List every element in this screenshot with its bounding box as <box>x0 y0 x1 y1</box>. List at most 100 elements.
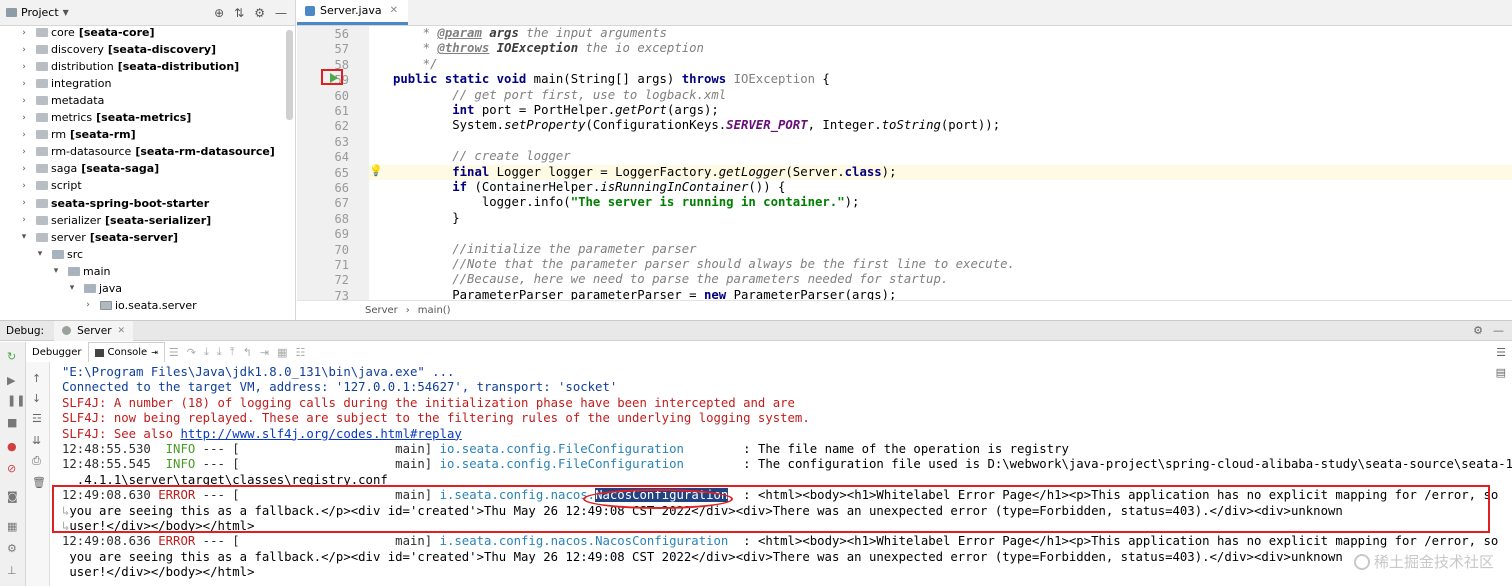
chevron-right-icon[interactable]: › <box>18 113 30 123</box>
project-tree-item[interactable]: › rm [seata-rm] <box>18 126 135 143</box>
project-panel-title[interactable]: Project <box>21 6 59 19</box>
code-area[interactable]: * @param args the input arguments * @thr… <box>369 26 1512 300</box>
project-tree-item[interactable]: › serializer [seata-serializer] <box>18 212 211 229</box>
project-tree-item[interactable]: ▾ server [seata-server] <box>18 229 178 246</box>
chevron-down-icon[interactable]: ▼ <box>63 8 69 17</box>
folder-icon <box>36 96 48 106</box>
list-icon[interactable]: ☰ <box>169 346 179 359</box>
mute-breakpoints-icon[interactable]: ⊘ <box>7 462 16 475</box>
log-thread: --- [ main] <box>195 442 440 456</box>
project-tree-item[interactable]: › seata-spring-boot-starter <box>18 195 209 212</box>
chevron-down-icon[interactable]: ▾ <box>66 283 78 293</box>
drop-frame-icon[interactable]: ↰ <box>243 346 252 359</box>
restore-layout-icon[interactable]: ☰ <box>1496 346 1506 359</box>
slf4j-link[interactable]: http://www.slf4j.org/codes.html#replay <box>180 427 461 441</box>
print-icon[interactable]: ⎙ <box>32 454 41 468</box>
project-tree-item[interactable]: ▾ src <box>34 246 83 263</box>
breakpoints-icon[interactable]: ● <box>7 440 17 453</box>
soft-wrap-icon[interactable]: ☲ <box>32 412 42 425</box>
line-number: 62 <box>334 119 349 134</box>
trash-icon[interactable]: 🗑 <box>32 476 46 489</box>
run-gutter-icon[interactable] <box>321 69 343 85</box>
hide-icon[interactable]: — <box>275 6 287 20</box>
folder-icon <box>36 232 48 242</box>
project-tree-item[interactable]: › io.seata.server <box>82 297 197 314</box>
project-tree-item[interactable]: › discovery [seata-discovery] <box>18 41 216 58</box>
console-output[interactable]: "E:\Program Files\Java\jdk1.8.0_131\bin\… <box>56 364 1512 586</box>
pin-icon[interactable]: ⊥ <box>7 564 17 577</box>
run-to-cursor-icon[interactable]: ⇥ <box>260 346 269 359</box>
project-tree-item[interactable]: › rm-datasource [seata-rm-datasource] <box>18 143 275 160</box>
arrow-down-icon[interactable]: ↓ <box>32 392 41 405</box>
breadcrumb-method[interactable]: main() <box>418 305 451 316</box>
chevron-right-icon[interactable]: › <box>18 45 30 55</box>
tab-debugger[interactable]: Debugger <box>26 342 88 362</box>
console-icon <box>94 348 104 357</box>
gear-icon[interactable]: ⚙ <box>7 542 17 555</box>
target-icon[interactable]: ⊕ <box>214 6 224 20</box>
layout-icon[interactable]: ▦ <box>7 520 17 533</box>
project-tree-item-module: [seata-metrics] <box>96 111 192 125</box>
log-logger: io.seata.config.FileConfiguration <box>439 457 684 472</box>
camera-icon[interactable]: ◙ <box>7 490 18 503</box>
lightbulb-icon[interactable]: 💡 <box>369 164 383 177</box>
chevron-right-icon[interactable]: › <box>18 215 30 225</box>
log-level: ERROR <box>158 534 196 549</box>
tab-console[interactable]: Console ⇥ <box>87 342 165 362</box>
tab-server-java[interactable]: Server.java ✕ <box>297 0 408 25</box>
step-out-icon[interactable]: ⤒ <box>230 345 235 359</box>
project-tree-item[interactable]: › distribution [seata-distribution] <box>18 58 239 75</box>
debug-left-toolbar: ↻ ▶ ❚❚ ■ ● ⊘ ◙ ▦ ⚙ ⊥ <box>0 342 26 586</box>
trace-icon[interactable]: ☷ <box>295 346 305 359</box>
chevron-down-icon[interactable]: ▾ <box>34 249 46 259</box>
project-tree-item[interactable]: › script <box>18 177 81 194</box>
step-into-icon[interactable]: ⤓ <box>204 345 209 359</box>
breadcrumb-class[interactable]: Server <box>365 305 398 316</box>
chevron-down-icon[interactable]: ▾ <box>50 266 62 276</box>
java-class-icon <box>305 5 315 16</box>
force-step-into-icon[interactable]: ⤓ <box>217 345 222 359</box>
code-line: public static void main(String[] args) t… <box>393 72 830 87</box>
step-over-icon[interactable]: ↷ <box>187 346 196 359</box>
folder-icon <box>36 147 48 157</box>
project-tree-item-name: rm-datasource <box>51 145 132 159</box>
folder-icon <box>68 266 80 276</box>
project-tree-item[interactable]: › core [seata-core] <box>18 24 154 41</box>
gear-icon[interactable]: ⚙ <box>1473 324 1483 337</box>
chevron-right-icon[interactable]: › <box>18 79 30 89</box>
scrollbar[interactable] <box>286 30 293 120</box>
arrow-up-icon[interactable]: ↑ <box>32 372 41 385</box>
evaluate-icon[interactable]: ▦ <box>277 346 287 359</box>
project-tree-item-name: server <box>51 230 86 244</box>
project-tree-item[interactable]: ▾ main <box>50 263 111 280</box>
project-tree-item[interactable]: › saga [seata-saga] <box>18 160 159 177</box>
project-tree-item[interactable]: ▾ java <box>66 280 122 297</box>
folder-icon <box>84 283 96 293</box>
pause-icon[interactable]: ❚❚ <box>7 394 25 407</box>
collapse-icon[interactable]: ⇅ <box>234 6 244 20</box>
chevron-right-icon[interactable]: › <box>18 130 30 140</box>
chevron-right-icon[interactable]: › <box>18 28 30 38</box>
chevron-down-icon[interactable]: ▾ <box>18 232 30 242</box>
resume-icon[interactable]: ▶ <box>7 374 15 387</box>
debug-session-tab[interactable]: Server ✕ <box>54 320 134 341</box>
project-tree-item[interactable]: › metrics [seata-metrics] <box>18 109 191 126</box>
rerun-icon[interactable]: ↻ <box>7 350 16 363</box>
stop-icon[interactable]: ■ <box>7 416 17 429</box>
gear-icon[interactable]: ⚙ <box>254 6 265 20</box>
project-tree-item-module: [seata-discovery] <box>107 43 217 57</box>
chevron-right-icon[interactable]: › <box>18 96 30 106</box>
chevron-right-icon[interactable]: › <box>18 198 30 208</box>
chevron-right-icon[interactable]: › <box>18 147 30 157</box>
console-line: SLF4J: A number (18) of logging calls du… <box>62 395 795 410</box>
chevron-right-icon[interactable]: › <box>18 181 30 191</box>
hide-icon[interactable]: — <box>1493 324 1504 337</box>
close-icon[interactable]: ✕ <box>118 326 126 336</box>
project-tree-item[interactable]: › metadata <box>18 92 104 109</box>
project-tree-item[interactable]: › integration <box>18 75 111 92</box>
scroll-to-end-icon[interactable]: ⇊ <box>32 434 41 447</box>
chevron-right-icon[interactable]: › <box>18 164 30 174</box>
chevron-right-icon[interactable]: › <box>82 300 94 310</box>
close-icon[interactable]: ✕ <box>390 5 398 16</box>
chevron-right-icon[interactable]: › <box>18 62 30 72</box>
